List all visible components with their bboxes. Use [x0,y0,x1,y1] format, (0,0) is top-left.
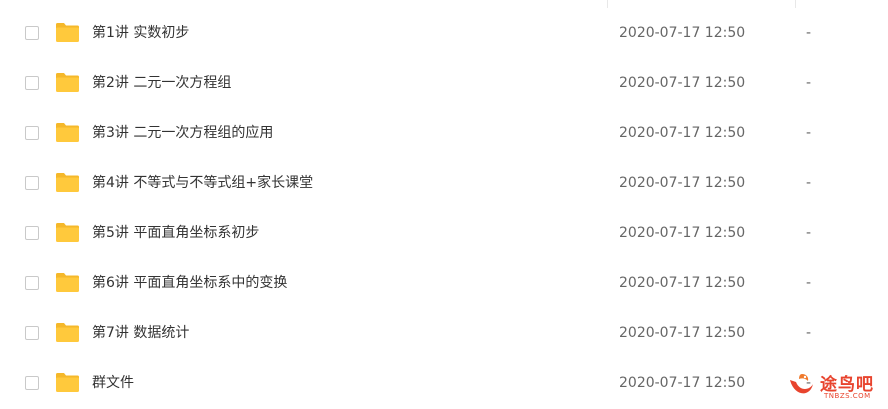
modified-date: 2020-07-17 12:50 [619,275,746,291]
file-name[interactable]: 第4讲 不等式与不等式组+家长课堂 [92,174,313,192]
file-row[interactable]: 第3讲 二元一次方程组的应用 2020-07-17 12:50 - [0,109,888,159]
folder-icon [55,372,80,393]
file-size: - [806,325,812,341]
folder-icon [55,272,80,293]
modified-date: 2020-07-17 12:50 [619,175,746,191]
file-name[interactable]: 群文件 [92,374,134,392]
file-size: - [806,25,812,41]
row-checkbox[interactable] [25,326,39,340]
modified-date: 2020-07-17 12:50 [619,375,746,391]
modified-date: 2020-07-17 12:50 [619,25,746,41]
row-checkbox[interactable] [25,176,39,190]
row-checkbox[interactable] [25,126,39,140]
file-size: - [806,275,812,291]
file-list: 第1讲 实数初步 2020-07-17 12:50 - 第2讲 二元一次方程组 … [0,0,888,407]
modified-date: 2020-07-17 12:50 [619,125,746,141]
row-checkbox[interactable] [25,276,39,290]
file-row[interactable]: 第4讲 不等式与不等式组+家长课堂 2020-07-17 12:50 - [0,159,888,209]
folder-icon [55,172,80,193]
folder-icon [55,222,80,243]
file-name[interactable]: 第3讲 二元一次方程组的应用 [92,124,273,142]
row-checkbox[interactable] [25,226,39,240]
file-name[interactable]: 第7讲 数据统计 [92,324,189,342]
file-row[interactable]: 第6讲 平面直角坐标系中的变换 2020-07-17 12:50 - [0,259,888,309]
row-checkbox[interactable] [25,26,39,40]
watermark-url: TNBZS.COM [824,392,871,400]
modified-date: 2020-07-17 12:50 [619,225,746,241]
column-divider-date [607,0,608,8]
file-name[interactable]: 第6讲 平面直角坐标系中的变换 [92,274,287,292]
file-row[interactable]: 第1讲 实数初步 2020-07-17 12:50 - [0,9,888,59]
modified-date: 2020-07-17 12:50 [619,325,746,341]
row-checkbox[interactable] [25,376,39,390]
folder-icon [55,22,80,43]
folder-icon [55,72,80,93]
folder-icon [55,322,80,343]
file-name[interactable]: 第1讲 实数初步 [92,24,189,42]
modified-date: 2020-07-17 12:50 [619,75,746,91]
row-checkbox[interactable] [25,76,39,90]
watermark: 途鸟吧 TNBZS.COM [786,368,884,404]
folder-icon [55,122,80,143]
column-divider-size [795,0,796,8]
file-row[interactable]: 第2讲 二元一次方程组 2020-07-17 12:50 - [0,59,888,109]
file-size: - [806,125,812,141]
file-size: - [806,175,812,191]
file-size: - [806,75,812,91]
file-size: - [806,225,812,241]
file-name[interactable]: 第2讲 二元一次方程组 [92,74,231,92]
file-row[interactable]: 第5讲 平面直角坐标系初步 2020-07-17 12:50 - [0,209,888,259]
file-row[interactable]: 群文件 2020-07-17 12:50 - [0,359,888,409]
file-row[interactable]: 第7讲 数据统计 2020-07-17 12:50 - [0,309,888,359]
file-name[interactable]: 第5讲 平面直角坐标系初步 [92,224,259,242]
bird-logo-icon [790,374,813,394]
